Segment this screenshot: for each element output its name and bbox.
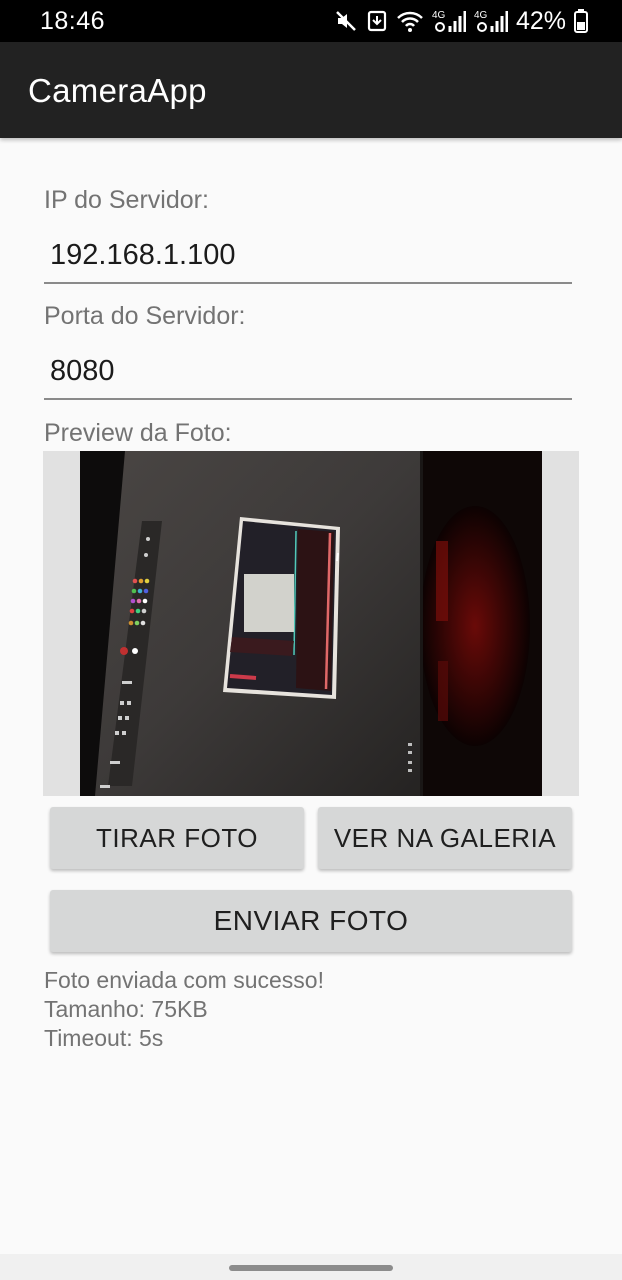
- battery-percentage: 42%: [515, 6, 566, 35]
- download-notification-icon: [366, 9, 388, 33]
- photo-preview-image: [80, 451, 542, 796]
- svg-text:4G: 4G: [474, 10, 488, 21]
- status-success-text: Foto enviada com sucesso!: [44, 967, 324, 993]
- preview-label: Preview da Foto:: [44, 419, 232, 447]
- signal-icon: 4G: [474, 8, 508, 34]
- svg-text:4G: 4G: [432, 10, 446, 21]
- ip-input[interactable]: [44, 228, 572, 284]
- photo-preview: [43, 451, 579, 796]
- signal-icon: 4G: [432, 8, 466, 34]
- send-photo-button[interactable]: ENVIAR FOTO: [50, 890, 572, 952]
- status-bar: 18:46 4G 4G 42%: [0, 0, 622, 42]
- app-bar: CameraApp: [0, 42, 622, 138]
- mute-icon: [334, 9, 358, 33]
- status-time: 18:46: [40, 7, 106, 35]
- port-label: Porta do Servidor:: [44, 302, 246, 330]
- battery-icon: [574, 9, 588, 33]
- ip-label: IP do Servidor:: [44, 186, 209, 214]
- view-gallery-button[interactable]: VER NA GALERIA: [318, 807, 572, 869]
- app-title: CameraApp: [28, 72, 207, 109]
- status-icons: 4G 4G 42%: [334, 6, 588, 36]
- upload-status: Foto enviada com sucesso! Tamanho: 75KB …: [44, 966, 324, 1053]
- status-timeout-text: Timeout: 5s: [44, 1025, 164, 1051]
- navigation-bar: [0, 1254, 622, 1280]
- wifi-icon: [396, 9, 424, 33]
- port-input[interactable]: [44, 344, 572, 400]
- home-gesture-handle[interactable]: [229, 1265, 393, 1271]
- status-size-text: Tamanho: 75KB: [44, 996, 208, 1022]
- take-photo-button[interactable]: TIRAR FOTO: [50, 807, 304, 869]
